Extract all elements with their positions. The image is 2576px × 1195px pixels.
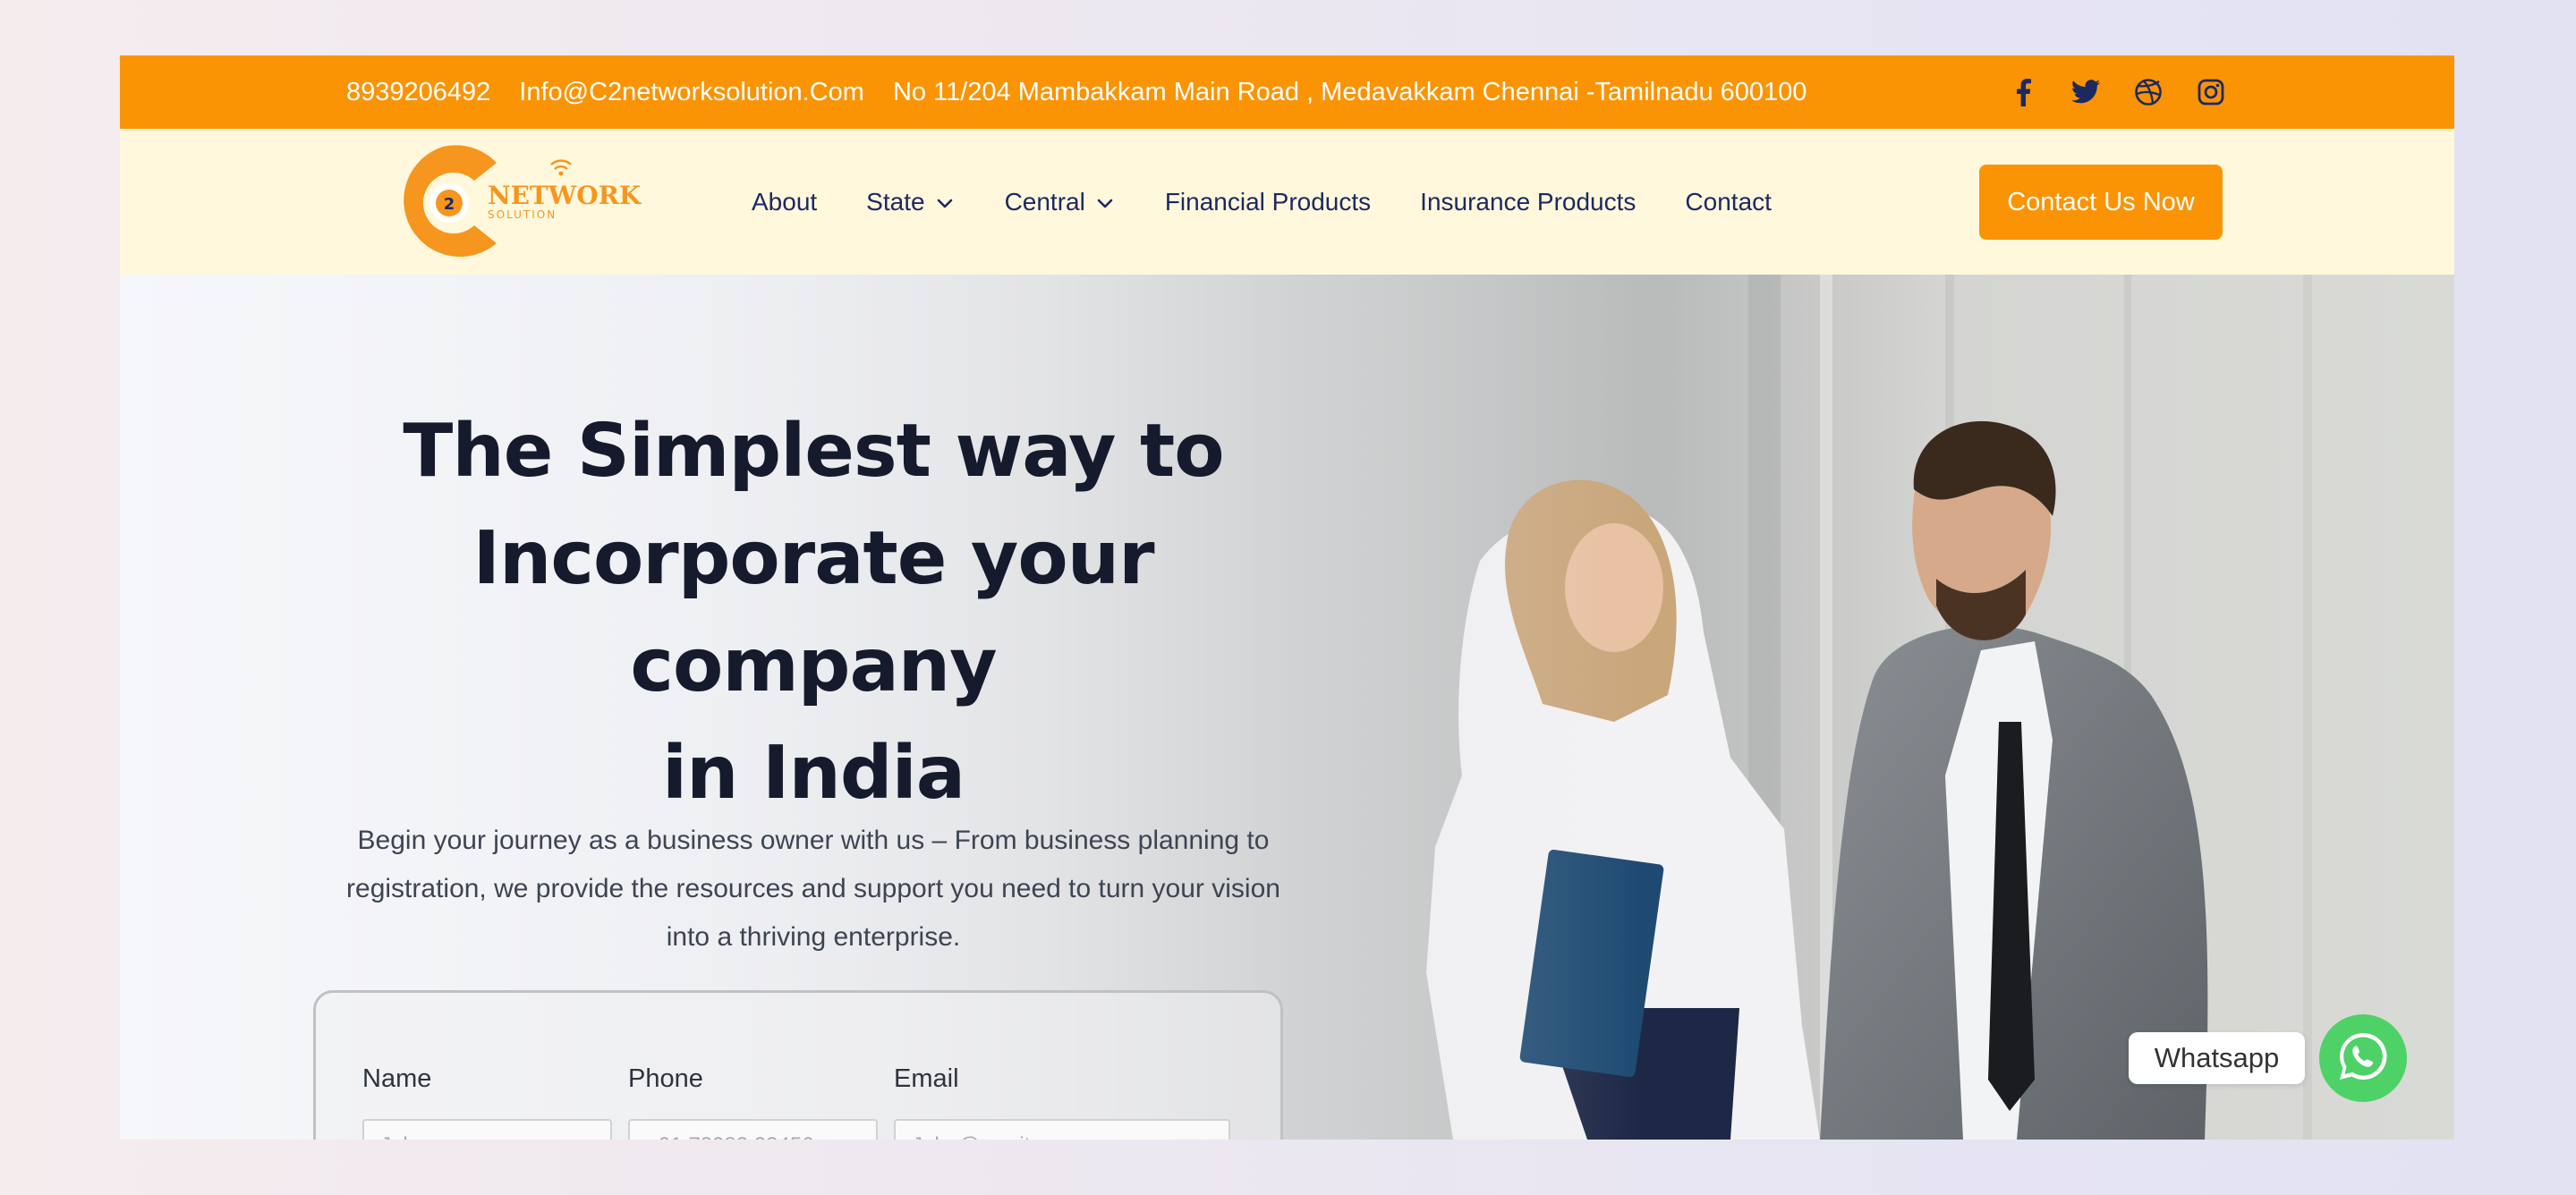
hero-subtitle-line: Begin your journey as a business owner w… (357, 826, 1270, 855)
logo-tagline: SOLUTION (488, 208, 557, 221)
nav-item-central[interactable]: Central (1005, 188, 1116, 216)
hero-title: The Simplest way to Incorporate your com… (335, 398, 1292, 827)
hero-subtitle-line: into a thriving enterprise. (666, 922, 961, 952)
nav-item-label: Insurance Products (1420, 187, 1637, 216)
phone-field-group: Phone (628, 1064, 878, 1140)
logo-badge: 2 (444, 195, 455, 214)
nav-item-label: State (866, 187, 925, 216)
dribbble-icon[interactable] (2133, 77, 2164, 107)
hero-section: The Simplest way to Incorporate your com… (120, 275, 2454, 1140)
instagram-icon[interactable] (2196, 77, 2226, 107)
inquiry-form: Name Phone Email (313, 990, 1283, 1140)
nav-item-label: Financial Products (1164, 187, 1372, 216)
hero-subtitle: Begin your journey as a business owner w… (308, 817, 1319, 962)
hero-title-line: Incorporate your company (472, 516, 1154, 708)
name-field-group: Name (362, 1064, 612, 1140)
name-label: Name (362, 1064, 432, 1093)
twitter-icon[interactable] (2070, 77, 2101, 107)
address-text: No 11/204 Mambakkam Main Road , Medavakk… (892, 77, 1807, 106)
nav-item-financial-products[interactable]: Financial Products (1165, 188, 1371, 216)
nav-item-state[interactable]: State (866, 188, 955, 216)
hero-title-line: The Simplest way to (403, 409, 1224, 494)
top-contact-bar: 8939206492 Info@C2networksolution.Com No… (120, 55, 2454, 129)
social-links (2008, 55, 2226, 129)
whatsapp-icon (2335, 1029, 2391, 1088)
nav-item-about[interactable]: About (752, 188, 817, 216)
company-logo[interactable]: 2 NETWORK SOLUTION (385, 145, 642, 259)
whatsapp-button[interactable] (2319, 1014, 2407, 1102)
logo-wordmark: NETWORK (488, 181, 642, 210)
hero-title-line: in India (661, 731, 965, 816)
primary-nav: About State Central Financial Products I… (752, 129, 1821, 275)
name-input[interactable] (362, 1119, 612, 1140)
email-label: Email (894, 1064, 959, 1093)
phone-label: Phone (628, 1064, 703, 1093)
contact-us-now-button[interactable]: Contact Us Now (1979, 165, 2223, 240)
main-navbar: 2 NETWORK SOLUTION About State Central F… (120, 129, 2454, 275)
whatsapp-label[interactable]: Whatsapp (2129, 1032, 2305, 1084)
nav-item-insurance-products[interactable]: Insurance Products (1420, 188, 1636, 216)
nav-item-label: Contact (1685, 187, 1772, 216)
nav-item-label: Central (1004, 187, 1085, 216)
contact-info: 8939206492 Info@C2networksolution.Com No… (346, 55, 1807, 129)
email-link[interactable]: Info@C2networksolution.Com (519, 78, 864, 107)
hero-subtitle-line: registration, we provide the resources a… (346, 874, 1280, 903)
email-field-group: Email (894, 1064, 1230, 1140)
email-input[interactable] (894, 1119, 1230, 1140)
phone-link[interactable]: 8939206492 (346, 78, 490, 107)
nav-item-contact[interactable]: Contact (1685, 188, 1772, 216)
chevron-down-icon (1094, 191, 1116, 213)
page-frame: 8939206492 Info@C2networksolution.Com No… (120, 55, 2454, 1140)
chevron-down-icon (934, 191, 956, 213)
nav-item-label: About (752, 187, 818, 216)
facebook-icon[interactable] (2008, 77, 2038, 107)
phone-input[interactable] (628, 1119, 878, 1140)
